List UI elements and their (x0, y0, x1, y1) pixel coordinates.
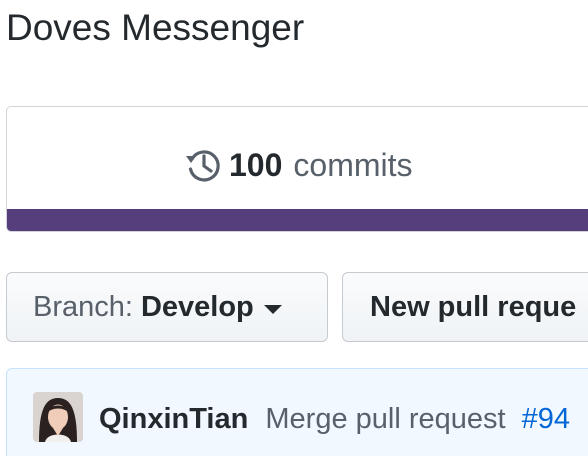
repo-title: Doves Messenger (6, 7, 305, 48)
language-bar-segment (7, 209, 588, 231)
latest-commit-bar: QinxinTian Merge pull request #94 (6, 368, 588, 456)
new-pull-request-label: New pull reque (370, 290, 577, 323)
history-icon (185, 146, 223, 184)
repository-page: Doves Messenger 100 commits Branch: Deve… (0, 0, 588, 456)
commits-count: 100 (229, 146, 283, 183)
new-pull-request-button[interactable]: New pull reque (342, 272, 588, 342)
branch-name: Develop (140, 290, 254, 323)
pull-request-link[interactable]: #94 (522, 403, 570, 435)
commits-label: commits (293, 146, 413, 183)
branch-select-button[interactable]: Branch: Develop (6, 272, 328, 342)
language-bar[interactable] (7, 209, 588, 231)
branch-prefix: Branch: (33, 290, 133, 323)
triangle-down-icon (263, 304, 282, 314)
commit-author[interactable]: QinxinTian (99, 403, 248, 435)
repo-summary-box: 100 commits (6, 106, 588, 232)
commits-link[interactable]: 100 commits (185, 143, 413, 187)
avatar[interactable] (33, 392, 83, 442)
commit-message[interactable]: Merge pull request (265, 403, 505, 435)
commit-title-line: QinxinTian Merge pull request #94 (99, 399, 570, 439)
